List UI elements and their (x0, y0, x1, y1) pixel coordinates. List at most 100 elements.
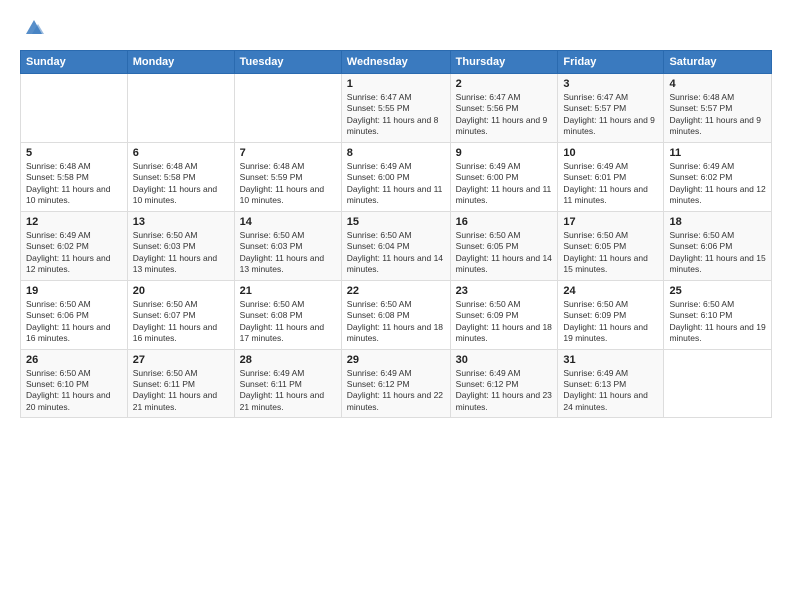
day-info: Sunrise: 6:48 AMSunset: 5:58 PMDaylight:… (133, 161, 229, 207)
day-cell: 15 Sunrise: 6:50 AMSunset: 6:04 PMDayligh… (341, 211, 450, 280)
logo-icon (22, 16, 46, 40)
week-row-1: 1 Sunrise: 6:47 AMSunset: 5:55 PMDaylight… (21, 74, 772, 143)
day-info: Sunrise: 6:50 AMSunset: 6:10 PMDaylight:… (669, 299, 766, 345)
day-number: 7 (240, 147, 336, 159)
day-number: 26 (26, 354, 122, 366)
day-number: 9 (456, 147, 553, 159)
day-number: 13 (133, 216, 229, 228)
day-info: Sunrise: 6:49 AMSunset: 6:12 PMDaylight:… (347, 368, 445, 414)
day-cell: 23Sunrise: 6:50 AMSunset: 6:09 PMDayligh… (450, 280, 558, 349)
day-number: 21 (240, 285, 336, 297)
week-row-5: 26 Sunrise: 6:50 AMSunset: 6:10 PMDayligh… (21, 349, 772, 418)
day-info: Sunrise: 6:50 AMSunset: 6:09 PMDaylight:… (456, 299, 553, 345)
day-cell (234, 74, 341, 143)
day-cell: 7 Sunrise: 6:48 AMSunset: 5:59 PMDaylight… (234, 142, 341, 211)
day-info: Sunrise: 6:50 AMSunset: 6:05 PMDaylight:… (456, 230, 553, 276)
header-day-monday: Monday (127, 51, 234, 74)
calendar-table: SundayMondayTuesdayWednesdayThursdayFrid… (20, 50, 772, 418)
day-info: Sunrise: 6:47 AMSunset: 5:56 PMDaylight:… (456, 92, 553, 138)
day-cell: 20Sunrise: 6:50 AMSunset: 6:07 PMDayligh… (127, 280, 234, 349)
day-cell: 8Sunrise: 6:49 AMSunset: 6:00 PMDaylight… (341, 142, 450, 211)
day-number: 8 (347, 147, 445, 159)
day-number: 11 (669, 147, 766, 159)
day-info: Sunrise: 6:50 AMSunset: 6:11 PMDaylight:… (133, 368, 229, 414)
day-cell: 2 Sunrise: 6:47 AMSunset: 5:56 PMDaylight… (450, 74, 558, 143)
header-day-thursday: Thursday (450, 51, 558, 74)
day-cell: 3 Sunrise: 6:47 AMSunset: 5:57 PMDaylight… (558, 74, 664, 143)
day-info: Sunrise: 6:50 AMSunset: 6:08 PMDaylight:… (347, 299, 445, 345)
day-cell: 18 Sunrise: 6:50 AMSunset: 6:06 PMDayligh… (664, 211, 772, 280)
day-cell: 17Sunrise: 6:50 AMSunset: 6:05 PMDayligh… (558, 211, 664, 280)
day-number: 29 (347, 354, 445, 366)
day-number: 6 (133, 147, 229, 159)
day-info: Sunrise: 6:48 AMSunset: 5:59 PMDaylight:… (240, 161, 336, 207)
day-info: Sunrise: 6:47 AMSunset: 5:57 PMDaylight:… (563, 92, 658, 138)
day-info: Sunrise: 6:49 AMSunset: 6:13 PMDaylight:… (563, 368, 658, 414)
day-info: Sunrise: 6:48 AMSunset: 5:58 PMDaylight:… (26, 161, 122, 207)
day-number: 27 (133, 354, 229, 366)
day-cell: 22 Sunrise: 6:50 AMSunset: 6:08 PMDayligh… (341, 280, 450, 349)
header-day-tuesday: Tuesday (234, 51, 341, 74)
day-info: Sunrise: 6:50 AMSunset: 6:10 PMDaylight:… (26, 368, 122, 414)
day-number: 24 (563, 285, 658, 297)
day-cell: 29 Sunrise: 6:49 AMSunset: 6:12 PMDayligh… (341, 349, 450, 418)
calendar-body: 1 Sunrise: 6:47 AMSunset: 5:55 PMDaylight… (21, 74, 772, 418)
day-number: 4 (669, 78, 766, 90)
day-info: Sunrise: 6:49 AMSunset: 6:01 PMDaylight:… (563, 161, 658, 207)
page: SundayMondayTuesdayWednesdayThursdayFrid… (0, 0, 792, 612)
day-info: Sunrise: 6:50 AMSunset: 6:09 PMDaylight:… (563, 299, 658, 345)
header-day-friday: Friday (558, 51, 664, 74)
day-info: Sunrise: 6:49 AMSunset: 6:02 PMDaylight:… (26, 230, 122, 276)
day-info: Sunrise: 6:49 AMSunset: 6:12 PMDaylight:… (456, 368, 553, 414)
day-number: 2 (456, 78, 553, 90)
day-number: 1 (347, 78, 445, 90)
day-cell: 10Sunrise: 6:49 AMSunset: 6:01 PMDayligh… (558, 142, 664, 211)
day-cell: 11 Sunrise: 6:49 AMSunset: 6:02 PMDayligh… (664, 142, 772, 211)
day-cell: 28 Sunrise: 6:49 AMSunset: 6:11 PMDayligh… (234, 349, 341, 418)
logo (20, 16, 46, 40)
calendar-header: SundayMondayTuesdayWednesdayThursdayFrid… (21, 51, 772, 74)
day-info: Sunrise: 6:50 AMSunset: 6:03 PMDaylight:… (240, 230, 336, 276)
day-info: Sunrise: 6:49 AMSunset: 6:00 PMDaylight:… (456, 161, 553, 207)
day-number: 16 (456, 216, 553, 228)
day-cell: 6 Sunrise: 6:48 AMSunset: 5:58 PMDaylight… (127, 142, 234, 211)
day-info: Sunrise: 6:49 AMSunset: 6:02 PMDaylight:… (669, 161, 766, 207)
day-cell: 5 Sunrise: 6:48 AMSunset: 5:58 PMDaylight… (21, 142, 128, 211)
day-cell: 30Sunrise: 6:49 AMSunset: 6:12 PMDayligh… (450, 349, 558, 418)
week-row-3: 12Sunrise: 6:49 AMSunset: 6:02 PMDayligh… (21, 211, 772, 280)
day-cell: 25Sunrise: 6:50 AMSunset: 6:10 PMDayligh… (664, 280, 772, 349)
day-cell: 26 Sunrise: 6:50 AMSunset: 6:10 PMDayligh… (21, 349, 128, 418)
day-info: Sunrise: 6:50 AMSunset: 6:06 PMDaylight:… (669, 230, 766, 276)
day-cell: 13 Sunrise: 6:50 AMSunset: 6:03 PMDayligh… (127, 211, 234, 280)
day-cell: 1 Sunrise: 6:47 AMSunset: 5:55 PMDaylight… (341, 74, 450, 143)
day-cell: 21Sunrise: 6:50 AMSunset: 6:08 PMDayligh… (234, 280, 341, 349)
day-number: 5 (26, 147, 122, 159)
day-cell: 4Sunrise: 6:48 AMSunset: 5:57 PMDaylight… (664, 74, 772, 143)
day-number: 19 (26, 285, 122, 297)
day-cell: 9 Sunrise: 6:49 AMSunset: 6:00 PMDaylight… (450, 142, 558, 211)
day-info: Sunrise: 6:50 AMSunset: 6:04 PMDaylight:… (347, 230, 445, 276)
day-info: Sunrise: 6:50 AMSunset: 6:06 PMDaylight:… (26, 299, 122, 345)
header-day-wednesday: Wednesday (341, 51, 450, 74)
day-number: 18 (669, 216, 766, 228)
day-number: 14 (240, 216, 336, 228)
day-info: Sunrise: 6:50 AMSunset: 6:05 PMDaylight:… (563, 230, 658, 276)
day-info: Sunrise: 6:50 AMSunset: 6:03 PMDaylight:… (133, 230, 229, 276)
day-info: Sunrise: 6:49 AMSunset: 6:11 PMDaylight:… (240, 368, 336, 414)
day-number: 3 (563, 78, 658, 90)
day-number: 15 (347, 216, 445, 228)
day-cell: 14 Sunrise: 6:50 AMSunset: 6:03 PMDayligh… (234, 211, 341, 280)
day-cell: 16 Sunrise: 6:50 AMSunset: 6:05 PMDayligh… (450, 211, 558, 280)
day-cell: 19 Sunrise: 6:50 AMSunset: 6:06 PMDayligh… (21, 280, 128, 349)
day-cell (21, 74, 128, 143)
day-cell (664, 349, 772, 418)
day-info: Sunrise: 6:47 AMSunset: 5:55 PMDaylight:… (347, 92, 445, 138)
header-day-saturday: Saturday (664, 51, 772, 74)
day-cell: 27 Sunrise: 6:50 AMSunset: 6:11 PMDayligh… (127, 349, 234, 418)
day-cell: 12Sunrise: 6:49 AMSunset: 6:02 PMDayligh… (21, 211, 128, 280)
day-number: 28 (240, 354, 336, 366)
week-row-2: 5 Sunrise: 6:48 AMSunset: 5:58 PMDaylight… (21, 142, 772, 211)
header (20, 16, 772, 40)
day-cell: 24 Sunrise: 6:50 AMSunset: 6:09 PMDayligh… (558, 280, 664, 349)
day-number: 22 (347, 285, 445, 297)
